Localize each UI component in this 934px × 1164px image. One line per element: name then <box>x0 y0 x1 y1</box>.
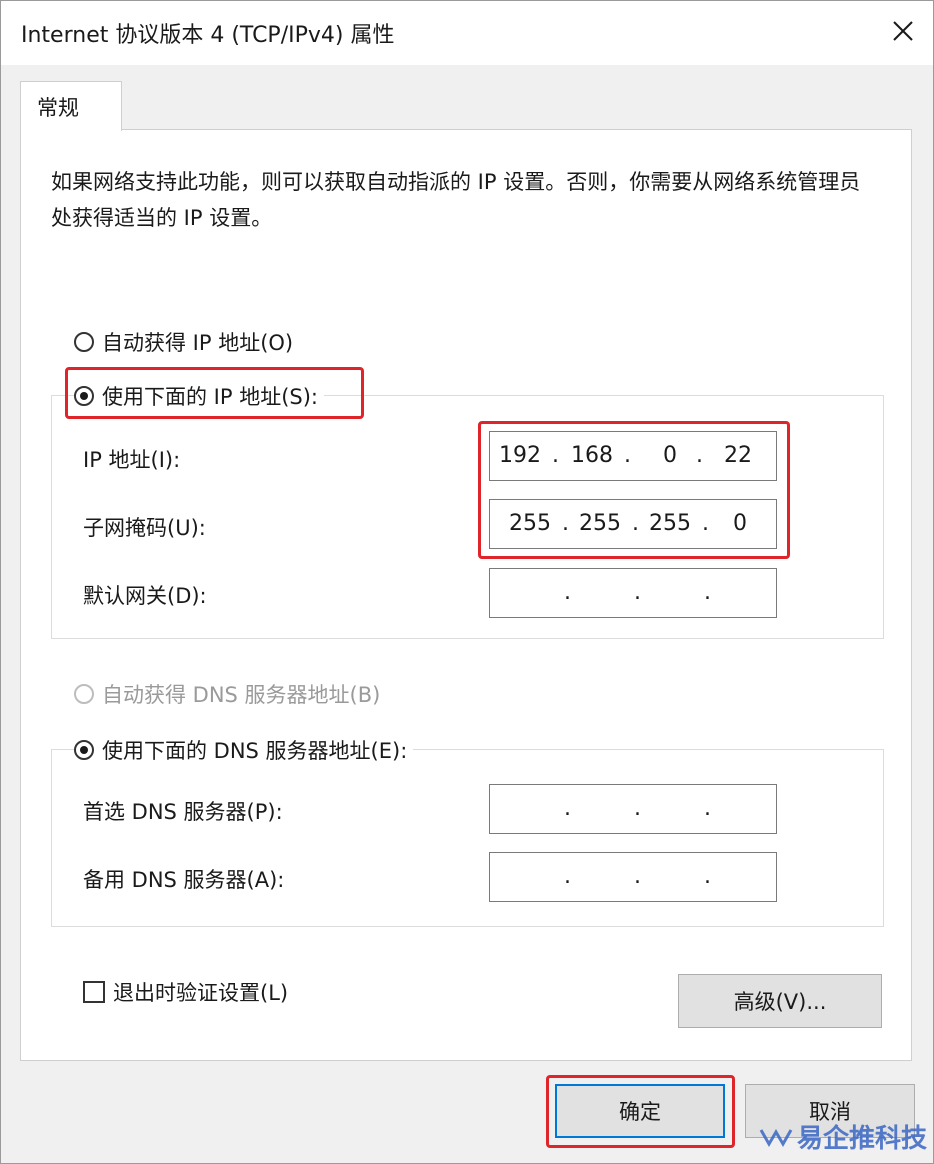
octet-separator: . <box>564 796 571 821</box>
watermark: 易企推科技 <box>759 1118 927 1155</box>
tab-label: 常规 <box>37 96 79 120</box>
ip-octet-3: 0 <box>663 443 677 468</box>
title-bar[interactable]: Internet 协议版本 4 (TCP/IPv4) 属性 <box>1 1 933 65</box>
ip-octet-4: 22 <box>724 443 752 468</box>
alternate-dns-label: 备用 DNS 服务器(A): <box>83 868 285 892</box>
octet-separator: . <box>704 864 711 889</box>
default-gateway-label: 默认网关(D): <box>83 584 207 608</box>
manual-ip-radio[interactable] <box>74 386 94 406</box>
subnet-mask-label: 子网掩码(U): <box>83 516 206 540</box>
auto-dns-radio-row[interactable]: 自动获得 DNS 服务器地址(B) <box>74 679 380 709</box>
octet-separator: . <box>624 443 631 468</box>
manual-dns-radio[interactable] <box>74 740 94 760</box>
manual-dns-radio-row[interactable]: 使用下面的 DNS 服务器地址(E): <box>74 735 414 765</box>
octet-separator: . <box>552 443 559 468</box>
description-text: 如果网络支持此功能，则可以获取自动指派的 IP 设置。否则，你需要从网络系统管理… <box>51 170 861 230</box>
dialog-window: Internet 协议版本 4 (TCP/IPv4) 属性 常规 如果网络支持此… <box>0 0 934 1164</box>
alternate-dns-input[interactable]: . . . <box>489 852 777 902</box>
octet-separator: . <box>702 511 709 536</box>
ok-button[interactable]: 确定 <box>555 1084 725 1138</box>
mask-octet-2: 255 <box>579 511 621 536</box>
watermark-logo-icon <box>759 1128 793 1147</box>
validate-on-exit-checkbox[interactable] <box>83 981 105 1003</box>
octet-separator: . <box>704 796 711 821</box>
mask-octet-4: 0 <box>733 511 747 536</box>
watermark-text: 易企推科技 <box>796 1124 927 1154</box>
auto-ip-label: 自动获得 IP 地址(O) <box>102 331 294 355</box>
manual-dns-label: 使用下面的 DNS 服务器地址(E): <box>102 739 408 763</box>
subnet-mask-input[interactable]: 255 . 255 . 255 . 0 <box>489 499 777 549</box>
auto-ip-radio-row[interactable]: 自动获得 IP 地址(O) <box>74 327 293 357</box>
octet-separator: . <box>634 580 641 605</box>
tab-general[interactable]: 常规 <box>20 81 122 131</box>
window-title: Internet 协议版本 4 (TCP/IPv4) 属性 <box>21 23 395 48</box>
octet-separator: . <box>696 443 703 468</box>
validate-on-exit-row[interactable]: 退出时验证设置(L) <box>83 977 288 1007</box>
octet-separator: . <box>634 796 641 821</box>
ip-address-label: IP 地址(I): <box>83 448 181 472</box>
advanced-button[interactable]: 高级(V)... <box>678 974 882 1028</box>
ip-address-input[interactable]: 192 . 168 . 0 . 22 <box>489 431 777 481</box>
preferred-dns-label: 首选 DNS 服务器(P): <box>83 800 283 824</box>
close-icon <box>893 21 913 41</box>
octet-separator: . <box>564 864 571 889</box>
octet-separator: . <box>564 580 571 605</box>
manual-ip-label: 使用下面的 IP 地址(S): <box>102 385 318 409</box>
close-button[interactable] <box>883 9 923 53</box>
octet-separator: . <box>632 511 639 536</box>
default-gateway-input[interactable]: . . . <box>489 568 777 618</box>
ip-octet-1: 192 <box>499 443 541 468</box>
octet-separator: . <box>704 580 711 605</box>
auto-dns-label: 自动获得 DNS 服务器地址(B) <box>102 683 381 707</box>
octet-separator: . <box>562 511 569 536</box>
auto-dns-radio[interactable] <box>74 684 94 704</box>
octet-separator: . <box>634 864 641 889</box>
ok-button-label: 确定 <box>619 1100 661 1124</box>
manual-ip-radio-row[interactable]: 使用下面的 IP 地址(S): <box>74 381 324 411</box>
advanced-button-label: 高级(V)... <box>733 990 827 1014</box>
mask-octet-1: 255 <box>509 511 551 536</box>
mask-octet-3: 255 <box>649 511 691 536</box>
auto-ip-radio[interactable] <box>74 332 94 352</box>
ip-octet-2: 168 <box>571 443 613 468</box>
validate-on-exit-label: 退出时验证设置(L) <box>113 981 289 1005</box>
preferred-dns-input[interactable]: . . . <box>489 784 777 834</box>
